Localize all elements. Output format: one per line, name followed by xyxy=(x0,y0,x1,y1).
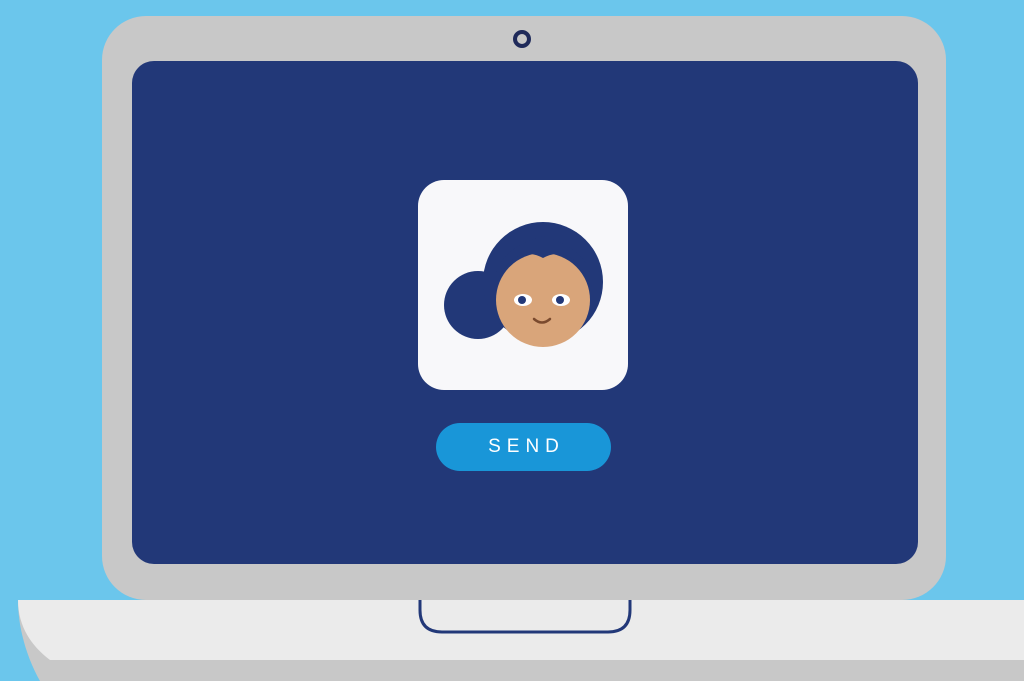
webcam-icon xyxy=(513,30,531,48)
user-avatar-icon xyxy=(444,222,603,347)
right-eye-pupil xyxy=(556,296,564,304)
send-button[interactable]: SEND xyxy=(436,423,611,471)
avatar-tile[interactable] xyxy=(418,180,628,390)
laptop-base-top xyxy=(18,600,1024,660)
left-eye-pupil xyxy=(518,296,526,304)
face xyxy=(496,253,590,347)
